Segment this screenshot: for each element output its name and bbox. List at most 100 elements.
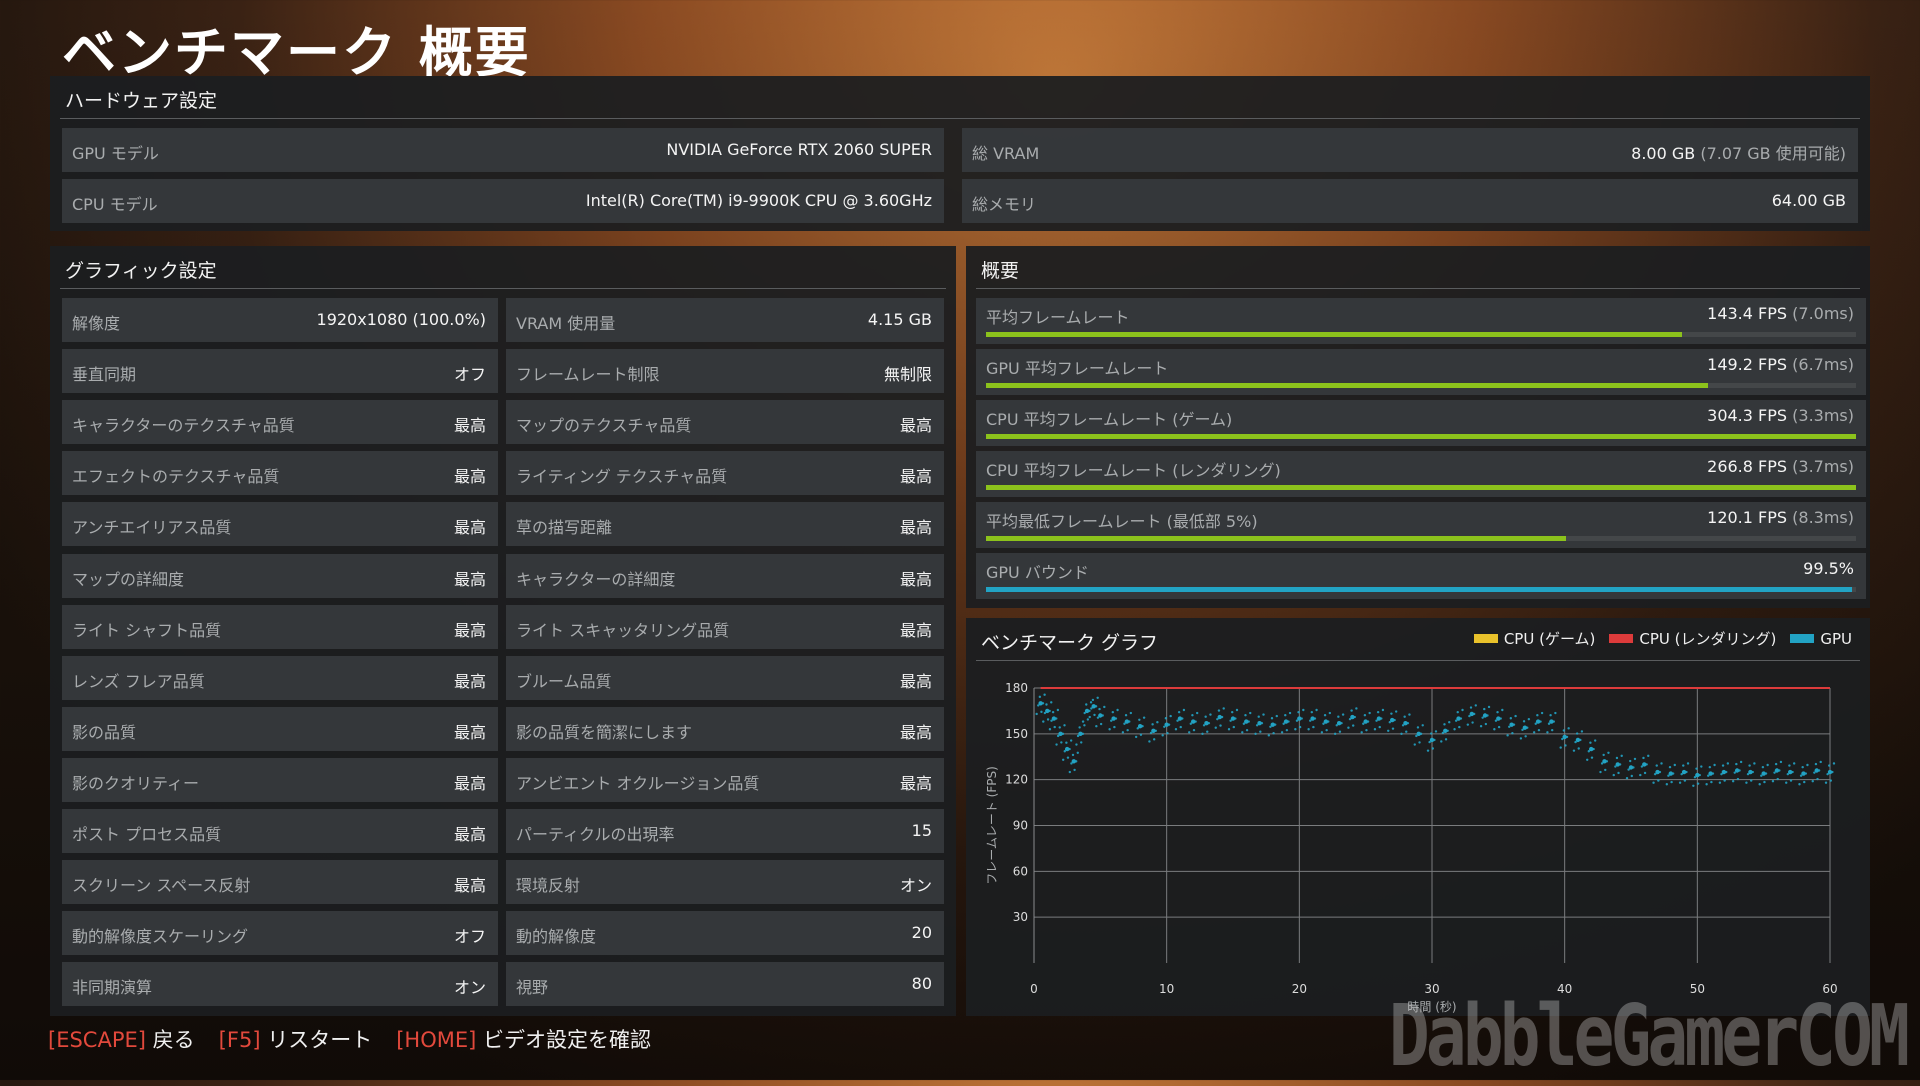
- data-point-gpu: [1642, 756, 1645, 760]
- data-point-gpu: [1748, 764, 1751, 767]
- hint-restart[interactable]: [F5] リスタート: [219, 1024, 373, 1054]
- data-point-gpu: [1443, 723, 1446, 726]
- data-point-gpu: [1142, 716, 1146, 719]
- data-point-gpu: [1639, 773, 1642, 777]
- data-point-gpu: [1391, 727, 1395, 730]
- summary-row: GPU バウンド 99.5%: [976, 553, 1866, 599]
- data-point-gpu: [1471, 721, 1474, 724]
- data-point-gpu: [1249, 711, 1252, 715]
- data-point-gpu: [1111, 710, 1115, 714]
- progress-track: [986, 485, 1856, 490]
- data-point-gpu: [1189, 722, 1193, 725]
- data-point-gpu: [1721, 764, 1725, 767]
- y-tick-label: 180: [1005, 681, 1028, 695]
- data-point-gpu: [1080, 741, 1083, 744]
- setting-value: 最高: [899, 672, 932, 691]
- data-point-gpu: [1070, 762, 1073, 765]
- x-tick-label: 0: [1030, 982, 1038, 996]
- data-point-gpu: [1817, 769, 1821, 772]
- data-point-gpu: [1667, 774, 1670, 777]
- setting-label: スクリーン スペース反射: [72, 876, 251, 895]
- data-point-gpu: [1456, 710, 1459, 714]
- progress-fill: [986, 536, 1567, 541]
- data-point-gpu: [1735, 762, 1738, 766]
- data-point-gpu: [1096, 696, 1099, 699]
- setting-value: 最高: [453, 672, 486, 691]
- data-point-gpu: [1128, 720, 1131, 723]
- data-point-gpu: [1733, 771, 1736, 774]
- setting-label: 影の品質を簡潔にします: [516, 723, 693, 742]
- summary-label: CPU 平均フレームレート (ゲーム): [986, 410, 1233, 429]
- setting-label: 環境反射: [516, 876, 581, 895]
- summary-row: CPU 平均フレームレート (レンダリング) 266.8 FPS (3.7ms): [976, 451, 1866, 497]
- data-point-gpu: [1771, 779, 1775, 783]
- setting-label: フレームレート制限: [516, 365, 660, 384]
- hint-escape[interactable]: [ESCAPE] 戻る: [48, 1024, 195, 1054]
- data-point-gpu: [1134, 735, 1138, 739]
- data-point-gpu: [1182, 708, 1186, 712]
- data-point-gpu: [1257, 715, 1260, 718]
- setting-label: 動的解像度: [516, 927, 597, 946]
- data-point-gpu: [1484, 722, 1488, 726]
- hw-value-main: 8.00 GB: [1631, 144, 1696, 163]
- data-point-gpu: [1081, 720, 1085, 723]
- data-point-gpu: [1050, 701, 1053, 704]
- data-point-gpu: [1267, 734, 1271, 737]
- graphics-row: ライト スキャッタリング品質 最高: [506, 605, 944, 649]
- data-point-gpu: [1685, 770, 1688, 774]
- setting-label: ライティング テクスチャ品質: [516, 467, 728, 486]
- divider: [976, 288, 1860, 289]
- data-point-gpu: [1045, 703, 1048, 706]
- data-point-gpu: [1554, 711, 1557, 715]
- data-point-gpu: [1403, 715, 1406, 718]
- hw-value-sub: (7.07 GB 使用可能): [1700, 144, 1846, 163]
- data-point-gpu: [1720, 772, 1723, 776]
- data-point-gpu: [1549, 713, 1552, 717]
- graphics-row: エフェクトのテクスチャ品質 最高: [62, 451, 498, 495]
- data-point-gpu: [1141, 724, 1144, 728]
- data-point-gpu: [1658, 770, 1662, 774]
- data-point-gpu: [1600, 762, 1604, 765]
- hint-video-settings[interactable]: [HOME] ビデオ設定を確認: [396, 1024, 651, 1054]
- data-point-gpu: [1683, 779, 1687, 782]
- data-point-gpu: [1713, 763, 1716, 767]
- setting-label: エフェクトのテクスチャ品質: [72, 467, 280, 486]
- data-point-gpu: [1739, 760, 1743, 764]
- data-point-gpu: [1163, 725, 1166, 729]
- data-point-gpu: [1101, 714, 1104, 717]
- y-tick-label: 150: [1005, 727, 1028, 741]
- data-point-gpu: [1195, 711, 1199, 715]
- data-point-gpu: [1179, 725, 1182, 729]
- data-point-gpu: [1589, 741, 1592, 744]
- data-point-gpu: [1746, 772, 1750, 776]
- data-point-gpu: [1366, 720, 1370, 723]
- data-point-gpu: [1811, 779, 1814, 783]
- setting-label: パーティクルの出現率: [516, 825, 675, 844]
- data-point-gpu: [1300, 717, 1303, 720]
- data-point-gpu: [1081, 732, 1085, 736]
- setting-value: 15: [911, 821, 932, 840]
- hw-label: 総メモリ: [972, 195, 1037, 214]
- data-point-gpu: [1094, 705, 1098, 708]
- data-point-gpu: [1216, 717, 1219, 721]
- data-point-gpu: [1095, 724, 1098, 728]
- data-point-gpu: [1209, 713, 1212, 716]
- data-point-gpu: [1350, 709, 1353, 712]
- data-point-gpu: [1090, 707, 1093, 710]
- data-point-gpu: [1056, 708, 1060, 712]
- data-point-gpu: [1564, 744, 1567, 747]
- data-point-gpu: [1335, 724, 1338, 727]
- data-point-gpu: [1519, 737, 1523, 740]
- setting-label: マップの詳細度: [72, 570, 185, 589]
- data-point-gpu: [1138, 718, 1141, 721]
- graphics-row: VRAM 使用量 4.15 GB: [506, 298, 944, 342]
- graphics-row: ブルーム品質 最高: [506, 656, 944, 700]
- data-point-gpu: [1441, 731, 1445, 735]
- data-point-gpu: [1501, 708, 1504, 712]
- setting-value: オフ: [453, 365, 486, 384]
- data-point-gpu: [1474, 704, 1477, 707]
- data-point-gpu: [1393, 718, 1396, 722]
- hw-row-cpu: CPU モデル Intel(R) Core(TM) i9-9900K CPU @…: [62, 179, 944, 223]
- data-point-gpu: [1526, 726, 1529, 729]
- data-point-gpu: [1819, 760, 1822, 764]
